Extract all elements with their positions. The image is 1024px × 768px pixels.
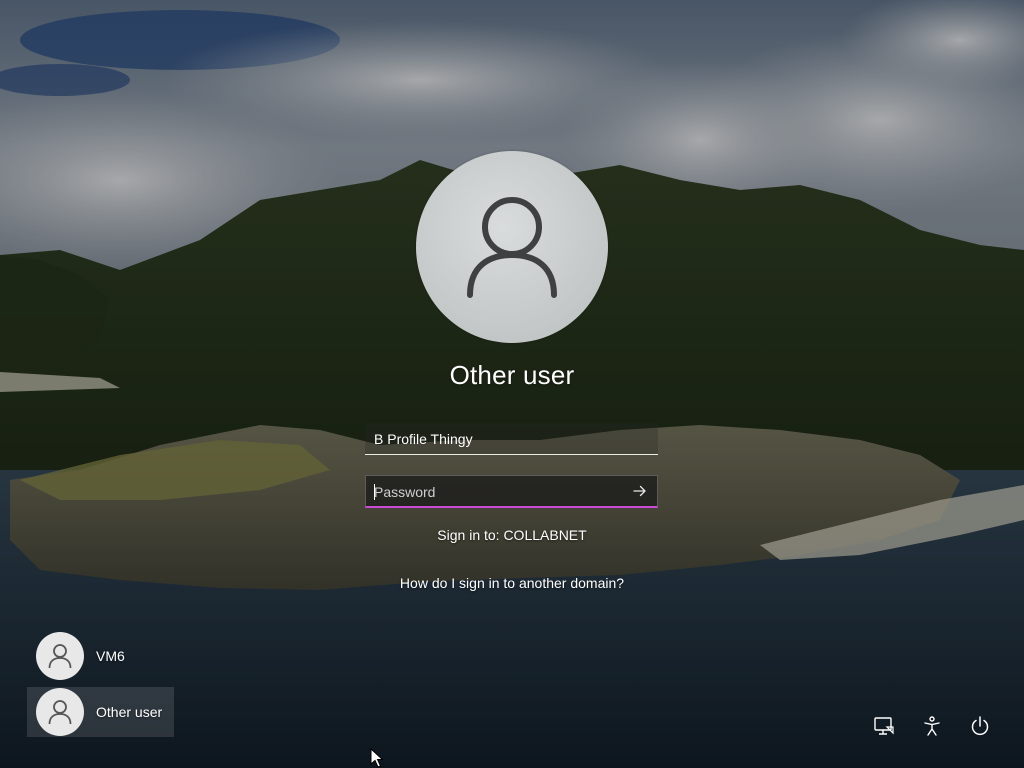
avatar (36, 632, 84, 680)
user-tile-vm6[interactable]: VM6 (27, 631, 174, 681)
person-icon (48, 700, 72, 725)
avatar (36, 688, 84, 736)
accessibility-icon[interactable] (921, 715, 943, 737)
user-tile-label: VM6 (96, 648, 125, 664)
submit-arrow-icon[interactable] (631, 482, 649, 500)
power-icon[interactable] (969, 715, 991, 737)
password-field-container (365, 475, 658, 508)
user-tile-label: Other user (96, 704, 163, 720)
password-input[interactable] (366, 476, 624, 507)
user-tile-other-user[interactable]: Other user (27, 687, 174, 737)
user-avatar (416, 151, 608, 343)
domain-help-link[interactable]: How do I sign in to another domain? (312, 575, 712, 591)
username-field[interactable]: B Profile Thingy (365, 423, 658, 455)
person-icon (467, 197, 557, 298)
sign-in-domain-text: Sign in to: COLLABNET (437, 527, 587, 543)
person-icon (48, 644, 72, 669)
network-icon[interactable] (873, 715, 895, 737)
text-caret (374, 484, 375, 500)
mouse-cursor-icon (370, 748, 384, 768)
selected-user-name: Other user (449, 360, 575, 390)
